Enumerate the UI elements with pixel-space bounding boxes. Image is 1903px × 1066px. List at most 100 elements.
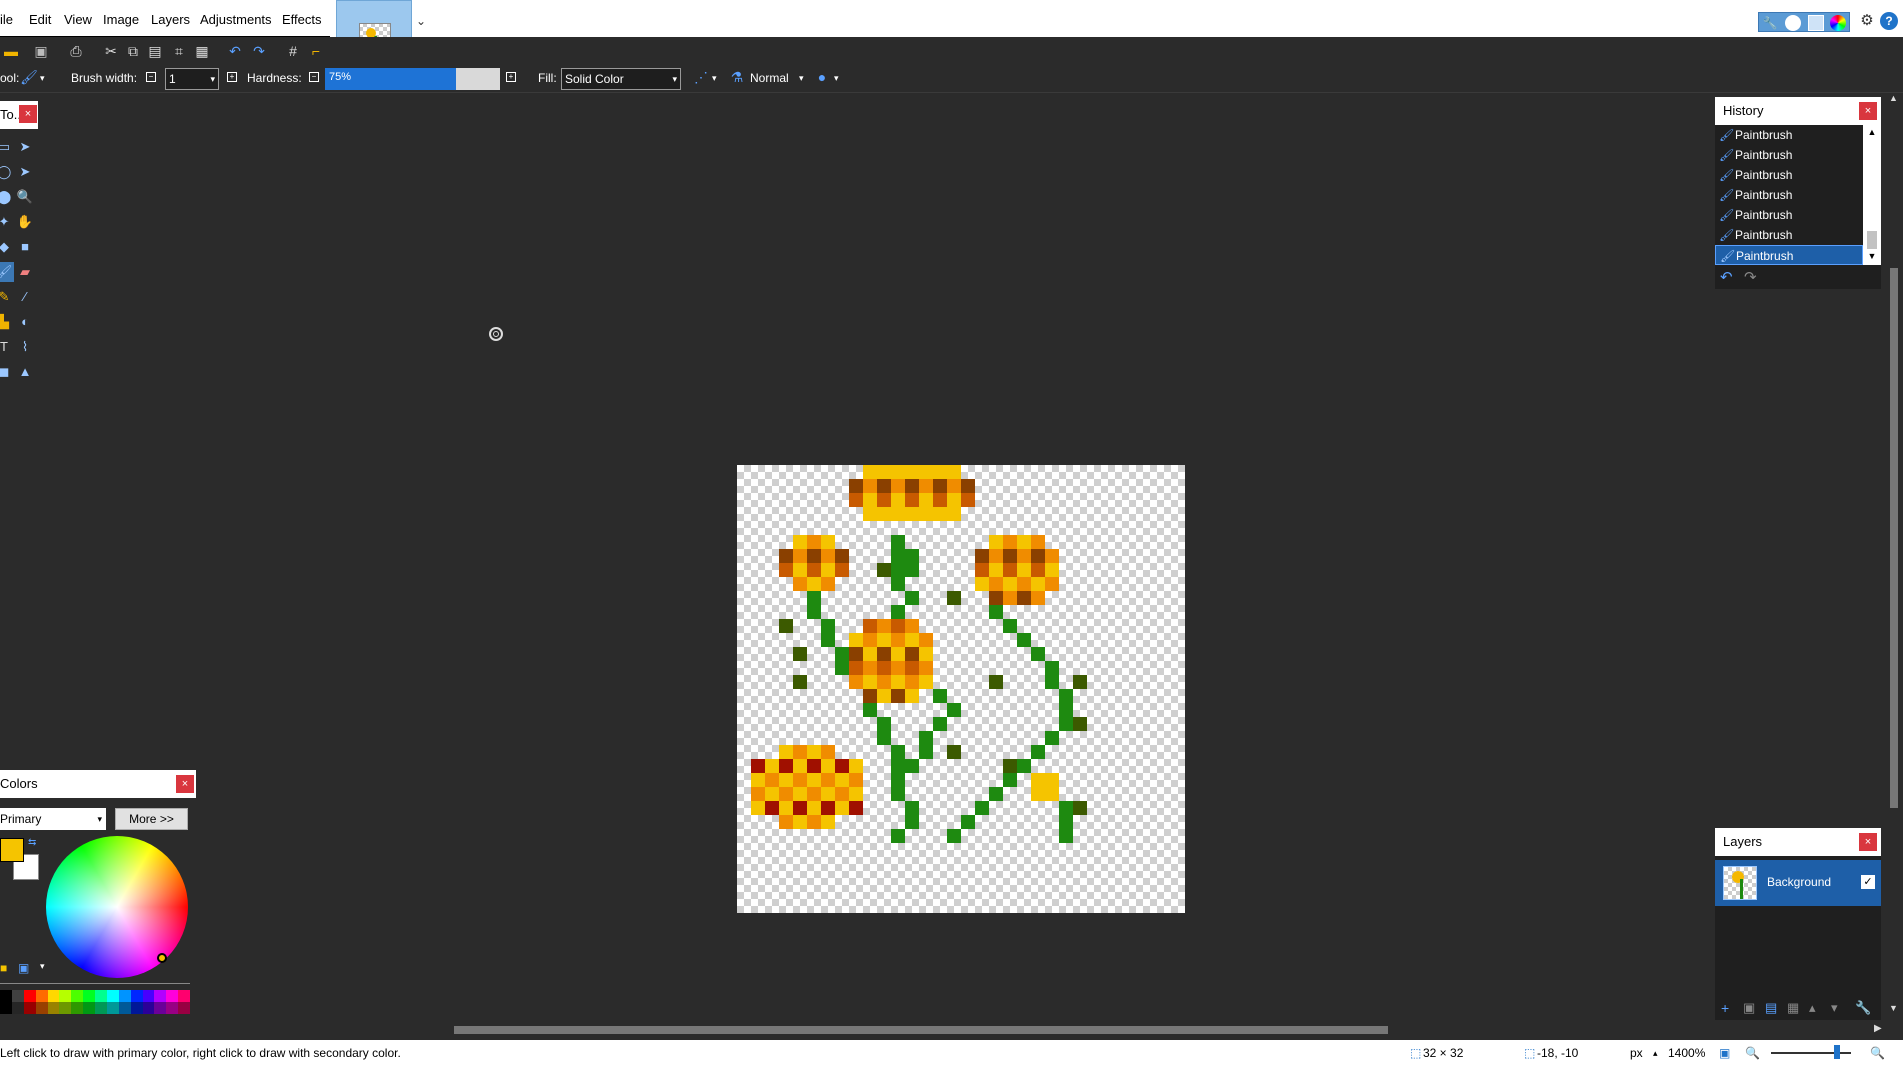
- image-canvas[interactable]: [737, 465, 1185, 913]
- scroll-up-icon[interactable]: ▲: [1865, 127, 1879, 139]
- help-icon[interactable]: ?: [1880, 12, 1898, 30]
- more-colors-button[interactable]: More >>: [115, 808, 188, 830]
- palette-swatch[interactable]: [23, 990, 36, 1002]
- history-redo-icon[interactable]: ↷: [1744, 268, 1757, 286]
- canvas-vertical-scrollbar[interactable]: ▲ ▼: [1885, 93, 1903, 1020]
- palette-swatch[interactable]: [83, 1002, 95, 1014]
- scroll-down-icon[interactable]: ▼: [1865, 251, 1879, 263]
- open-icon[interactable]: ▬: [2, 42, 20, 60]
- palette-swatch[interactable]: [130, 990, 143, 1002]
- brush-width-decrease-button[interactable]: −: [146, 72, 156, 82]
- zoom-out-icon[interactable]: 🔍: [1745, 1040, 1760, 1066]
- layers-close-icon[interactable]: ×: [1859, 833, 1877, 851]
- history-item-selected[interactable]: 🖌 Paintbrush: [1715, 245, 1863, 265]
- move-selection-icon[interactable]: ➤: [15, 137, 35, 157]
- hscroll-thumb[interactable]: [454, 1026, 1388, 1034]
- palette-swatch[interactable]: [35, 1002, 48, 1014]
- history-item[interactable]: 🖌 Paintbrush: [1715, 165, 1863, 185]
- delete-layer-icon[interactable]: ▣: [1743, 1000, 1755, 1016]
- tools-window-icon[interactable]: 🔧: [1762, 15, 1778, 31]
- menu-adjustments[interactable]: Adjustments: [200, 9, 272, 31]
- palette-swatch[interactable]: [106, 990, 119, 1002]
- paint-bucket-icon[interactable]: ◆: [0, 237, 14, 257]
- paintbrush-icon[interactable]: 🖌: [0, 262, 14, 282]
- layer-row[interactable]: Background ✓: [1715, 860, 1881, 906]
- palette-swatch[interactable]: [130, 1002, 143, 1014]
- palette-swatch[interactable]: [71, 1002, 84, 1014]
- history-scroll-thumb[interactable]: [1867, 231, 1877, 249]
- hscroll-right-icon[interactable]: ▶: [1874, 1023, 1882, 1034]
- grid-icon[interactable]: #: [284, 42, 302, 60]
- history-item[interactable]: 🖌 Paintbrush: [1715, 225, 1863, 245]
- palette-swatch[interactable]: [83, 990, 95, 1002]
- hardness-increase-button[interactable]: +: [506, 72, 516, 82]
- alpha-blending-icon[interactable]: ●: [813, 68, 831, 86]
- triangle-shape-icon[interactable]: ▲: [15, 362, 35, 382]
- move-selected-icon[interactable]: ➤: [15, 162, 35, 182]
- menu-layers[interactable]: Layers: [151, 9, 190, 31]
- canvas-horizontal-scrollbar[interactable]: ▶: [0, 1020, 1903, 1040]
- palette-swatch[interactable]: [35, 990, 48, 1002]
- palette-swatch[interactable]: [178, 1002, 190, 1014]
- palette-swatch[interactable]: [59, 990, 72, 1002]
- layer-properties-icon[interactable]: 🔧: [1855, 1000, 1871, 1016]
- color-wheel-marker[interactable]: [157, 953, 167, 963]
- color-mode-select[interactable]: Primary ▾: [0, 808, 106, 830]
- units-select[interactable]: px: [1630, 1040, 1643, 1066]
- palette-swatch[interactable]: [11, 990, 24, 1002]
- units-chevron-icon[interactable]: ▴: [1653, 1040, 1658, 1066]
- move-layer-down-icon[interactable]: ▾: [1831, 1000, 1838, 1016]
- color-picker-icon[interactable]: ⁄: [15, 287, 35, 307]
- palette-swatch[interactable]: [47, 1002, 60, 1014]
- palette-swatch[interactable]: [106, 1002, 119, 1014]
- layer-visibility-checkbox[interactable]: ✓: [1861, 875, 1875, 889]
- history-item[interactable]: 🖌 Paintbrush: [1715, 145, 1863, 165]
- palette-swatch[interactable]: [142, 1002, 155, 1014]
- hardness-slider[interactable]: 75%: [325, 68, 500, 90]
- rectangle-select-icon[interactable]: ▭: [0, 137, 14, 157]
- tab-list-chevron-icon[interactable]: ⌄: [416, 14, 426, 28]
- lasso-select-icon[interactable]: ◯: [0, 162, 14, 182]
- menu-image[interactable]: Image: [103, 9, 139, 31]
- menu-effects[interactable]: Effects: [282, 9, 322, 31]
- swap-colors-icon[interactable]: ⇆: [28, 837, 36, 848]
- menu-file[interactable]: ile: [0, 9, 13, 31]
- palette-swatch[interactable]: [142, 990, 155, 1002]
- antialiasing-icon[interactable]: ⋰: [692, 68, 710, 86]
- ruler-icon[interactable]: ⌐: [307, 42, 325, 60]
- palette-chevron-icon[interactable]: ▾: [40, 961, 45, 972]
- palette-swatch[interactable]: [178, 990, 190, 1002]
- fill-select[interactable]: Solid Color ▾: [561, 68, 681, 90]
- merge-layer-icon[interactable]: ▦: [1787, 1000, 1799, 1016]
- shapes-icon[interactable]: ◼: [0, 362, 14, 382]
- palette-swatch[interactable]: [118, 1002, 131, 1014]
- brush-width-chevron-icon[interactable]: ▾: [210, 69, 215, 89]
- tools-close-icon[interactable]: ×: [19, 105, 37, 123]
- palette-swatch[interactable]: [11, 1002, 24, 1014]
- palette-swatch[interactable]: [154, 1002, 167, 1014]
- paintbrush-tool-icon[interactable]: 🖌: [20, 68, 38, 86]
- antialiasing-chevron-icon[interactable]: ▾: [712, 70, 717, 86]
- primary-color-swatch[interactable]: [0, 838, 24, 862]
- move-layer-up-icon[interactable]: ▴: [1809, 1000, 1816, 1016]
- blend-mode-chevron-icon[interactable]: ▾: [799, 70, 804, 86]
- redo-icon[interactable]: ↷: [250, 42, 268, 60]
- line-curve-icon[interactable]: ⌇: [15, 337, 35, 357]
- color-palette[interactable]: [0, 990, 190, 1014]
- zoom-in-icon[interactable]: 🔍: [1870, 1040, 1885, 1066]
- pan-icon[interactable]: ✋: [15, 212, 35, 232]
- colors-close-icon[interactable]: ×: [176, 775, 194, 793]
- cut-icon[interactable]: ✂: [102, 42, 120, 60]
- palette-swatch[interactable]: [23, 1002, 36, 1014]
- recolor-icon[interactable]: ◐: [15, 312, 35, 332]
- undo-icon[interactable]: ↶: [226, 42, 244, 60]
- blend-mode-icon[interactable]: ⚗: [728, 68, 746, 86]
- deselect-icon[interactable]: ▦: [193, 42, 211, 60]
- copy-icon[interactable]: ⧉: [124, 42, 142, 60]
- palette-swatch[interactable]: [118, 990, 131, 1002]
- menu-edit[interactable]: Edit: [29, 9, 51, 31]
- history-close-icon[interactable]: ×: [1859, 102, 1877, 120]
- fill-chevron-icon[interactable]: ▾: [672, 69, 677, 89]
- layers-window-icon[interactable]: [1808, 15, 1824, 31]
- palette-swatch[interactable]: [166, 1002, 179, 1014]
